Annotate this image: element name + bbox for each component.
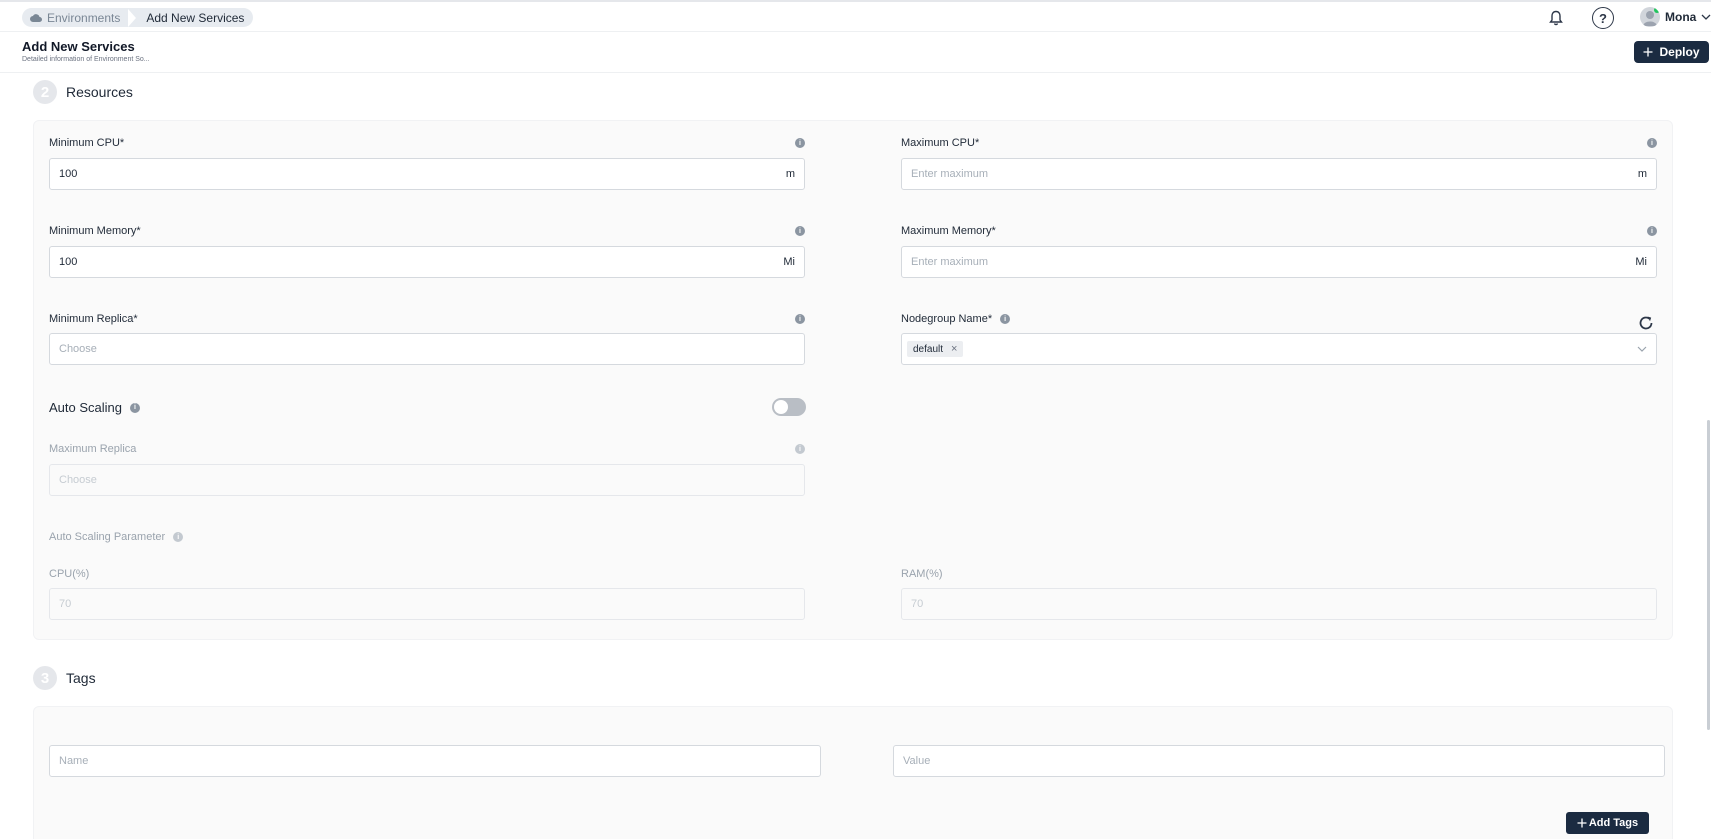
breadcrumb: Environments Add New Services: [22, 8, 254, 27]
section-tags-header: 3 Tags: [33, 666, 96, 690]
auto-scaling-label: Auto Scaling i: [49, 400, 140, 415]
nodegroup-label: Nodegroup Name* i: [901, 313, 1011, 325]
unit-suffix: m: [785, 168, 795, 180]
add-tags-button[interactable]: Add Tags: [1566, 812, 1649, 834]
section-title: Resources: [66, 84, 133, 100]
min-replica-label: Minimum Replica*: [49, 313, 138, 325]
chevron-down-icon: [1701, 14, 1711, 20]
resources-card: [33, 120, 1673, 640]
tag-name-input[interactable]: Name: [49, 745, 821, 777]
user-menu[interactable]: Mona: [1640, 7, 1711, 27]
breadcrumb-environments[interactable]: Environments: [30, 11, 120, 25]
breadcrumb-label: Add New Services: [146, 10, 245, 25]
info-icon[interactable]: i: [1647, 138, 1657, 148]
min-replica-select[interactable]: Choose: [49, 333, 805, 365]
min-memory-input[interactable]: 100 Mi: [49, 246, 805, 278]
max-memory-label: Maximum Memory*: [901, 225, 996, 237]
cpu-percent-input[interactable]: 70: [49, 588, 805, 620]
unit-suffix: m: [1637, 168, 1647, 180]
cloud-icon: [30, 13, 42, 22]
min-cpu-input[interactable]: 100 m: [49, 158, 805, 190]
info-icon[interactable]: i: [795, 226, 805, 236]
max-memory-input[interactable]: Enter maximum Mi: [901, 246, 1657, 278]
unit-suffix: Mi: [1635, 256, 1647, 268]
page-subtitle: Detailed information of Environment So..…: [22, 56, 150, 63]
scrollbar[interactable]: [1707, 420, 1710, 730]
refresh-icon[interactable]: [1637, 314, 1655, 332]
plus-icon: [1643, 47, 1653, 57]
ram-percent-input[interactable]: 70: [901, 588, 1657, 620]
step-number: 3: [33, 666, 57, 690]
min-memory-label: Minimum Memory*: [49, 225, 141, 237]
breadcrumb-separator: [128, 8, 137, 27]
max-replica-label: Maximum Replica: [49, 443, 137, 455]
breadcrumb-label: Environments: [47, 10, 121, 25]
info-icon[interactable]: i: [795, 138, 805, 148]
section-title: Tags: [66, 670, 96, 686]
nodegroup-chip: default ×: [907, 341, 964, 357]
page-header: Add New Services Detailed information of…: [0, 32, 1711, 73]
tag-value-input[interactable]: Value: [893, 745, 1665, 777]
info-icon[interactable]: i: [795, 314, 805, 324]
nodegroup-select[interactable]: default ×: [901, 333, 1657, 365]
info-icon[interactable]: i: [130, 402, 140, 413]
info-icon[interactable]: i: [1000, 314, 1011, 324]
info-icon[interactable]: i: [1647, 226, 1657, 236]
info-icon: i: [173, 532, 184, 542]
plus-icon: [1577, 818, 1587, 828]
user-name: Mona: [1665, 10, 1697, 24]
help-icon[interactable]: ?: [1592, 7, 1614, 29]
online-status-dot: [1654, 7, 1660, 13]
auto-scaling-parameter-label: Auto Scaling Parameter i: [49, 531, 184, 543]
breadcrumb-add-new-services[interactable]: Add New Services: [146, 11, 244, 25]
avatar: [1640, 7, 1660, 27]
step-number: 2: [33, 80, 57, 104]
min-cpu-label: Minimum CPU*: [49, 137, 125, 149]
deploy-button[interactable]: Deploy: [1634, 41, 1709, 63]
max-replica-select[interactable]: Choose: [49, 464, 805, 496]
cpu-percent-label: CPU(%): [49, 568, 90, 580]
top-bar: Environments Add New Services ? Mona: [0, 0, 1711, 32]
page-title: Add New Services: [22, 39, 135, 54]
close-icon[interactable]: ×: [951, 343, 957, 355]
section-resources-header: 2 Resources: [33, 80, 133, 104]
bell-icon[interactable]: [1545, 7, 1567, 29]
toggle-knob: [774, 400, 788, 414]
unit-suffix: Mi: [783, 256, 795, 268]
auto-scaling-toggle[interactable]: [772, 398, 806, 416]
ram-percent-label: RAM(%): [901, 568, 943, 580]
max-cpu-input[interactable]: Enter maximum m: [901, 158, 1657, 190]
info-icon: i: [795, 444, 805, 454]
chevron-down-icon: [1637, 346, 1647, 352]
max-cpu-label: Maximum CPU*: [901, 137, 980, 149]
